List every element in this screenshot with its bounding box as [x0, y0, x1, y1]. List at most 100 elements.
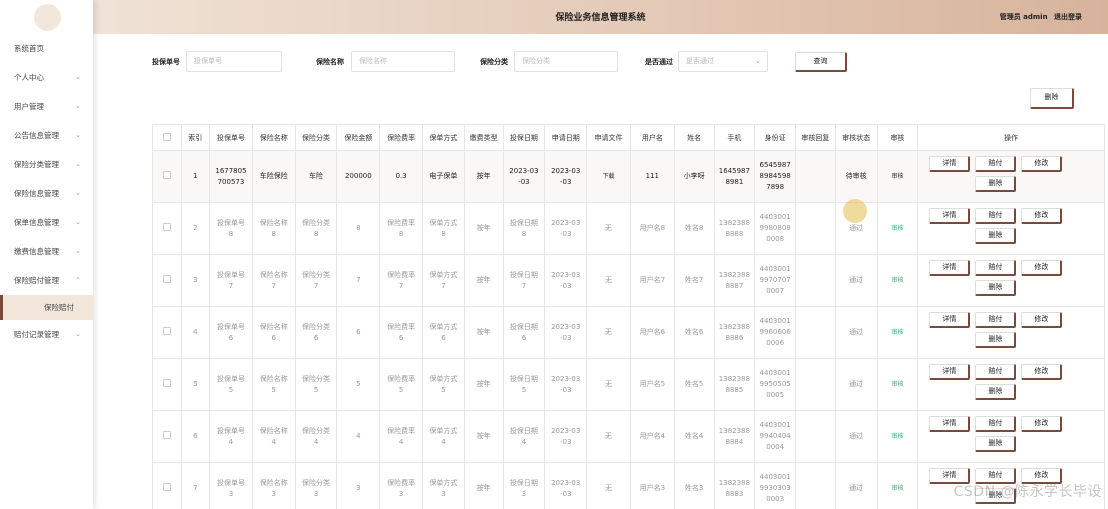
column-header: 申请文件	[586, 124, 631, 151]
cell-status: 通过	[834, 358, 878, 411]
approved-select[interactable]: 是否通过 ⌄	[678, 51, 768, 72]
cell-id_card: 4403001 9970707 0007	[754, 254, 797, 307]
column-header: 手机	[713, 124, 756, 151]
cell-audit[interactable]: 审核	[876, 410, 919, 463]
table-row: 5 投保单号 5 保险名称 5 保险分类 5 5 保险费率 5 保单方式 5 按年 投保日期 5…	[152, 358, 1105, 411]
cell-category: 保险分类 5	[294, 358, 338, 411]
policy-no-input[interactable]: 投保单号	[186, 51, 282, 72]
table-row: 1 1677805 700573 车险保险 车险 200000 0.3 电子保单 按年 2023…	[152, 150, 1105, 203]
delete-button[interactable]: 删除	[975, 332, 1017, 348]
pay-button[interactable]: 赔付	[975, 208, 1017, 224]
cell-apply_date: 2023-03 -03	[544, 462, 588, 509]
delete-button[interactable]: 删除	[975, 436, 1017, 452]
cell-file[interactable]: 下载	[586, 150, 631, 203]
cell-reply	[795, 358, 836, 411]
cell-apply_date: 2023-03 -03	[544, 410, 588, 463]
sidebar-item[interactable]: 保险赔付管理 ⌃	[0, 266, 93, 295]
cell-audit[interactable]: 审核	[876, 462, 919, 509]
cell-audit[interactable]: 审核	[876, 254, 919, 307]
column-header: 保险分类	[294, 124, 338, 151]
row-checkbox[interactable]	[162, 170, 171, 179]
pay-button[interactable]: 赔付	[975, 312, 1017, 328]
pay-button[interactable]: 赔付	[975, 364, 1017, 380]
edit-button[interactable]: 修改	[1021, 208, 1063, 224]
cell-audit[interactable]: 审核	[876, 358, 919, 411]
batch-delete-button[interactable]: 删除	[1030, 88, 1074, 109]
cell-category: 保险分类 7	[294, 254, 338, 307]
sidebar-item[interactable]: 赔付记录管理 ⌄	[0, 320, 93, 349]
cell-audit[interactable]: 审核	[876, 306, 919, 359]
row-checkbox[interactable]	[162, 274, 171, 283]
pay-button[interactable]: 赔付	[975, 260, 1017, 276]
cell-id_card: 4403001 9950505 0005	[754, 358, 797, 411]
edit-button[interactable]: 修改	[1021, 156, 1063, 172]
column-header: 操作	[917, 124, 1105, 151]
cell-amount: 8	[336, 202, 381, 255]
cell-status: 通过	[834, 410, 878, 463]
detail-button[interactable]: 详情	[929, 156, 971, 172]
sidebar-item[interactable]: 保单信息管理 ⌄	[0, 208, 93, 237]
cell-category: 保险分类 3	[294, 462, 338, 509]
detail-button[interactable]: 详情	[929, 260, 971, 276]
sidebar-subitem-claims[interactable]: 保险赔付	[0, 295, 93, 320]
sidebar-item[interactable]: 系统首页	[0, 34, 93, 63]
page-title: 保险业务信息管理系统	[555, 13, 646, 23]
detail-button[interactable]: 详情	[929, 312, 971, 328]
column-header: 保单方式	[422, 124, 465, 151]
cell-name: 保险名称 3	[251, 462, 296, 509]
sidebar-item[interactable]: 个人中心 ⌄	[0, 63, 93, 92]
name-input[interactable]: 保险名称	[351, 51, 455, 72]
cell-phone: 1382388 8888	[713, 202, 756, 255]
query-button[interactable]: 查询	[795, 52, 847, 72]
cell-username: 用户名5	[629, 358, 675, 411]
edit-button[interactable]: 修改	[1021, 312, 1063, 328]
sidebar-item-label: 保险分类管理	[14, 160, 59, 169]
avatar[interactable]	[34, 4, 61, 31]
cell-username: 用户名8	[629, 202, 675, 255]
cell-apply_date: 2023-03 -03	[544, 254, 588, 307]
cell-amount: 7	[336, 254, 381, 307]
cell-idx: 4	[180, 306, 211, 359]
sidebar-item[interactable]: 用户管理 ⌄	[0, 92, 93, 121]
cell-id_card: 4403001 9930303 0003	[754, 462, 797, 509]
select-all-checkbox[interactable]	[162, 132, 171, 141]
edit-button[interactable]: 修改	[1021, 416, 1063, 432]
row-checkbox[interactable]	[162, 430, 171, 439]
cell-method: 保单方式 7	[422, 254, 465, 307]
pay-button[interactable]: 赔付	[975, 156, 1017, 172]
category-input[interactable]: 保险分类	[514, 51, 618, 72]
cell-audit[interactable]: 审核	[876, 202, 919, 255]
cell-audit[interactable]: 审核	[876, 150, 919, 203]
row-checkbox[interactable]	[162, 326, 171, 335]
delete-button[interactable]: 删除	[975, 176, 1017, 192]
row-checkbox[interactable]	[162, 482, 171, 491]
row-checkbox[interactable]	[162, 378, 171, 387]
sidebar-item[interactable]: 保险分类管理 ⌄	[0, 150, 93, 179]
cell-rate: 保险费率 7	[379, 254, 424, 307]
cell-status: 通过	[834, 306, 878, 359]
detail-button[interactable]: 详情	[929, 208, 971, 224]
chevron-icon: ⌄	[75, 247, 81, 255]
cell-id_card: 4403001 9940404 0004	[754, 410, 797, 463]
pay-button[interactable]: 赔付	[975, 416, 1017, 432]
detail-button[interactable]: 详情	[929, 364, 971, 380]
sidebar-item[interactable]: 缴费信息管理 ⌄	[0, 237, 93, 266]
row-checkbox[interactable]	[162, 222, 171, 231]
delete-button[interactable]: 删除	[975, 280, 1017, 296]
sidebar-item[interactable]: 公告信息管理 ⌄	[0, 121, 93, 150]
header-user: 管理员 admin 退出登录	[996, 12, 1082, 22]
delete-button[interactable]: 删除	[975, 228, 1017, 244]
column-header: 保险金额	[336, 124, 381, 151]
delete-button[interactable]: 删除	[975, 384, 1017, 400]
cell-username: 用户名4	[629, 410, 675, 463]
cell-actions: 详情 赔付 修改 删除	[917, 202, 1105, 255]
detail-button[interactable]: 详情	[929, 416, 971, 432]
sidebar-item[interactable]: 保险信息管理 ⌄	[0, 179, 93, 208]
edit-button[interactable]: 修改	[1021, 260, 1063, 276]
cell-name: 保险名称 5	[251, 358, 296, 411]
category-field: 保险分类 保险分类	[480, 51, 630, 73]
cell-realname: 姓名6	[673, 306, 715, 359]
cell-amount: 200000	[336, 150, 381, 203]
edit-button[interactable]: 修改	[1021, 364, 1063, 380]
logout-link[interactable]: 退出登录	[1054, 13, 1082, 21]
